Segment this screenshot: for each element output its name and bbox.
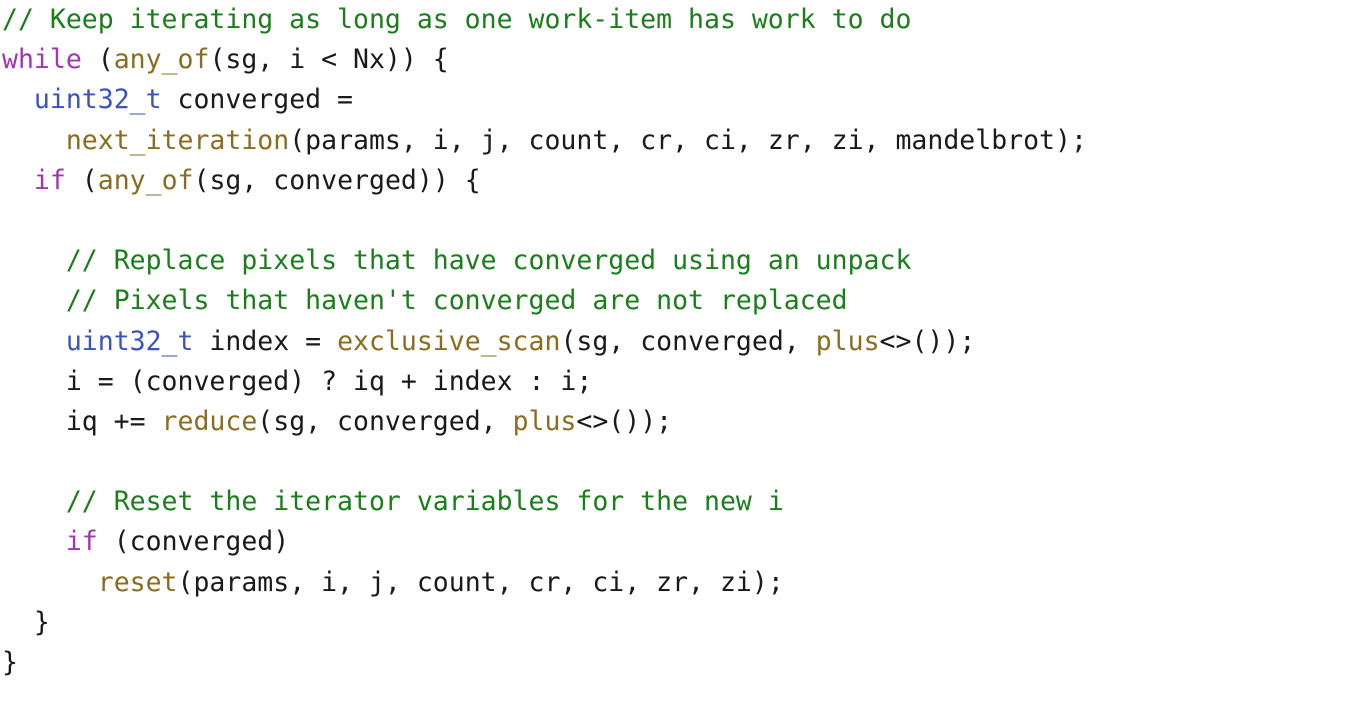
code-token-func: any_of [97,164,194,196]
code-line: } [0,603,1363,643]
code-listing: // Keep iterating as long as one work-it… [0,0,1363,704]
code-token-func: reduce [161,405,258,437]
code-token-plain: } [2,647,18,678]
code-token-plain: iq += [2,405,162,437]
code-token-comment: // Pixels that haven't converged are not… [65,285,848,317]
code-token-plain: ( [65,164,98,196]
code-line: // Reset the iterator variables for the … [0,482,1363,522]
code-token-plain: (params, i, j, count, cr, ci, zr, zi, ma… [289,124,1087,156]
code-line: if (converged) [0,522,1363,562]
code-token-plain: <>()); [576,405,673,437]
code-token-plain: } [2,606,50,638]
code-line: if (any_of(sg, converged)) { [0,161,1363,201]
code-token-type: uint32_t [65,325,194,357]
code-line: // Keep iterating as long as one work-it… [0,0,1363,40]
code-token-comment: // Replace pixels that have converged us… [65,245,912,277]
code-token-keyword: while [2,44,82,76]
code-token-comment: // Keep iterating as long as one work-it… [2,4,912,35]
code-token-plain: (params, i, j, count, cr, ci, zr, zi); [177,566,784,598]
code-token-keyword: if [65,526,98,558]
code-token-plain: <>()); [879,325,976,357]
code-token-type: uint32_t [33,84,162,116]
code-token-plain: (converged) [97,526,290,558]
code-token-plain: converged = [161,84,354,116]
code-line: next_iteration(params, i, j, count, cr, … [0,121,1363,161]
code-token-func: next_iteration [65,124,290,156]
code-token-plain: (sg, converged, [560,325,816,357]
code-token-plain: (sg, i < Nx)) { [209,44,449,76]
code-token-plain: ( [81,44,114,76]
code-token-plain: i = (converged) ? iq + index : i; [2,365,593,397]
code-token-func: any_of [113,44,210,76]
code-token-func: plus [815,325,880,357]
code-token-func: exclusive_scan [337,325,561,357]
code-token-func: plus [512,405,577,437]
code-line: // Replace pixels that have converged us… [0,241,1363,281]
code-token-func: reset [97,566,178,598]
code-line: // Pixels that haven't converged are not… [0,281,1363,321]
code-line: iq += reduce(sg, converged, plus<>()); [0,402,1363,442]
code-line: uint32_t converged = [0,80,1363,120]
code-line: uint32_t index = exclusive_scan(sg, conv… [0,322,1363,362]
code-line: while (any_of(sg, i < Nx)) { [0,40,1363,80]
code-line: i = (converged) ? iq + index : i; [0,362,1363,402]
code-line: reset(params, i, j, count, cr, ci, zr, z… [0,563,1363,603]
code-token-plain: (sg, converged)) { [193,164,481,196]
code-token-plain: index = [193,325,338,357]
code-token-plain: (sg, converged, [257,405,513,437]
code-token-comment: // Reset the iterator variables for the … [65,486,784,518]
code-token-keyword: if [33,164,66,196]
code-line: } [0,643,1363,683]
